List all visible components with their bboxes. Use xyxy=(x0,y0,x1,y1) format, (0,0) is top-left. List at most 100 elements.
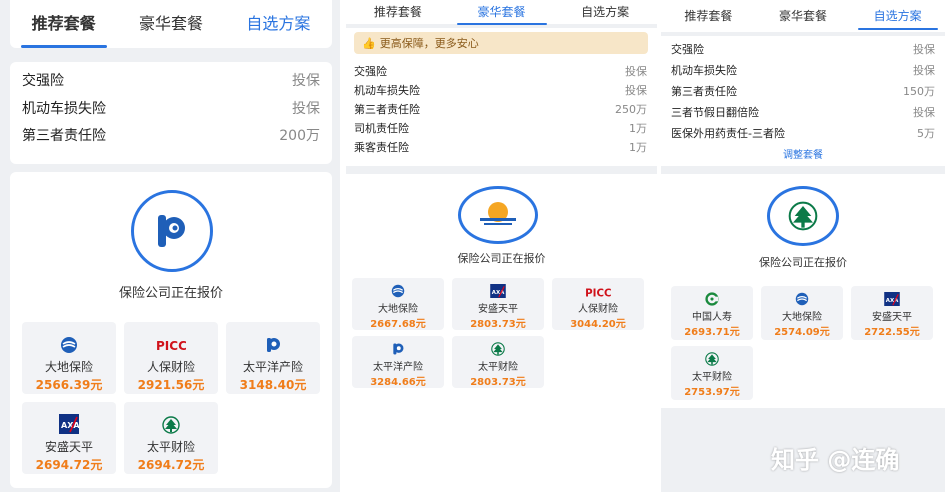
insurer-price: 2803.73元 xyxy=(470,319,526,330)
insurer-name: 大地保险 xyxy=(782,312,822,323)
insurer-quote[interactable]: 大地保险 2566.39元 xyxy=(22,322,116,394)
quote-card: 保险公司正在报价 中国人寿 2693.71元 大地保险 2574.09元 AXA… xyxy=(661,174,945,408)
cpic-logo-icon xyxy=(393,343,404,355)
coverage-card: 交强险 投保 机动车损失险 投保 第三者责任险 150万 三者节假日翻倍险 投保 医保外… xyxy=(661,36,945,166)
quote-card: 保险公司正在报价 大地保险 2566.39元 PICC 人保财险 2921.56… xyxy=(10,172,332,488)
promo-banner: 👍 更高保障，更多安心 xyxy=(354,32,648,54)
insurer-price: 3284.66元 xyxy=(370,377,426,388)
insurer-quote[interactable]: 太平洋产险 3148.40元 xyxy=(226,322,320,394)
insurer-quote[interactable]: 中国人寿 2693.71元 xyxy=(671,286,753,340)
taiping-logo-icon xyxy=(491,342,505,356)
taiping-logo-icon xyxy=(705,352,719,366)
tab-custom[interactable]: 自选方案 xyxy=(553,3,657,20)
insurer-quote[interactable]: PICC 人保财险 2921.56元 xyxy=(124,322,218,394)
svg-text:PICC: PICC xyxy=(156,339,186,352)
tab-bar: 推荐套餐 豪华套餐 自选方案 xyxy=(661,0,945,30)
insurer-name: 人保财险 xyxy=(578,304,618,315)
tab-recommended[interactable]: 推荐套餐 xyxy=(10,10,117,48)
insurer-price: 2693.71元 xyxy=(684,327,740,338)
insurer-name: 太平财险 xyxy=(146,440,195,454)
insurer-quote[interactable]: 太平财险 2753.97元 xyxy=(671,346,753,400)
adjust-package-link[interactable]: 调整套餐 xyxy=(661,146,945,161)
insurer-quote[interactable]: 太平财险 2694.72元 xyxy=(124,402,218,474)
insurer-price: 2667.68元 xyxy=(370,319,426,330)
coverage-row: 乘客责任险 1万 xyxy=(354,141,647,154)
insurer-price: 2566.39元 xyxy=(35,378,103,392)
insurer-price: 2694.72元 xyxy=(35,458,103,472)
coverage-row: 交强险 投保 xyxy=(354,65,647,78)
quoting-status: 保险公司正在报价 xyxy=(118,286,223,301)
insurer-quote[interactable]: 太平财险 2803.73元 xyxy=(452,336,544,388)
coverage-row: 第三者责任险 150万 xyxy=(671,85,935,98)
screen-recommended: 推荐套餐 豪华套餐 自选方案 交强险 投保 机动车损失险 投保 第三者责任险 200万… xyxy=(0,0,340,492)
cpic-logo-icon xyxy=(267,338,280,352)
tab-bar-card: 推荐套餐 豪华套餐 自选方案 xyxy=(661,0,945,32)
quote-card: 保险公司正在报价 大地保险 2667.68元 AXA 安盛天平 2803.73元… xyxy=(346,174,657,492)
coverage-row: 交强险 投保 xyxy=(671,43,935,56)
insurer-name: 人保财险 xyxy=(146,360,195,374)
picc-logo-icon: PICC xyxy=(156,339,186,352)
coverage-row: 交强险 投保 xyxy=(22,73,320,89)
tab-bar-card: 推荐套餐 豪华套餐 自选方案 xyxy=(346,0,657,25)
insurer-price: 2574.09元 xyxy=(774,327,830,338)
insurer-name: 大地保险 xyxy=(378,304,418,315)
insurer-price: 2694.72元 xyxy=(137,458,205,472)
tab-bar: 推荐套餐 豪华套餐 自选方案 xyxy=(346,0,657,25)
insurer-quote[interactable]: AXA 安盛天平 2803.73元 xyxy=(452,278,544,330)
tab-custom[interactable]: 自选方案 xyxy=(850,7,945,30)
insurer-price: 2921.56元 xyxy=(137,378,205,392)
coverage-row: 第三者责任险 250万 xyxy=(354,103,647,116)
insurer-quote[interactable]: 大地保险 2574.09元 xyxy=(761,286,843,340)
insurer-price: 2722.55元 xyxy=(864,327,920,338)
coverage-row: 第三者责任险 200万 xyxy=(22,128,320,144)
axa-logo-icon: AXA xyxy=(59,414,79,434)
insurer-name: 太平财险 xyxy=(692,372,732,383)
svg-text:PICC: PICC xyxy=(585,287,611,298)
tab-luxury[interactable]: 豪华套餐 xyxy=(756,7,851,24)
screen-luxury: 推荐套餐 豪华套餐 自选方案 👍 更高保障，更多安心 交强险 投保 机动车损失险投… xyxy=(346,0,657,492)
coverage-row: 机动车损失险 投保 xyxy=(22,101,320,117)
insurer-price: 2753.97元 xyxy=(684,387,740,398)
quoting-status: 保险公司正在报价 xyxy=(759,256,847,269)
insurer-name: 太平洋产险 xyxy=(373,362,423,373)
chinalife-logo-icon xyxy=(705,292,719,306)
thumbs-up-icon: 👍 xyxy=(362,36,376,50)
coverage-row: 医保外用药责任-三者险 5万 xyxy=(671,127,935,140)
coverage-row: 三者节假日翻倍险 投保 xyxy=(671,106,935,119)
coverage-row: 司机责任险 1万 xyxy=(354,122,647,135)
coverage-row: 机动车损失险 投保 xyxy=(671,64,935,77)
insurer-name: 中国人寿 xyxy=(692,312,732,323)
picc-logo-icon: PICC xyxy=(585,287,611,298)
insurer-name: 安盛天平 xyxy=(478,304,518,315)
svg-text:AXA: AXA xyxy=(886,298,899,304)
insurer-name: 安盛天平 xyxy=(872,312,912,323)
tab-bar: 推荐套餐 豪华套餐 自选方案 xyxy=(10,0,332,48)
taiping-logo-icon xyxy=(767,186,839,246)
taiping-logo-icon xyxy=(162,416,180,434)
ccic-logo-icon xyxy=(61,337,77,353)
tab-luxury[interactable]: 豪华套餐 xyxy=(117,10,224,34)
cpic-logo-icon xyxy=(131,190,213,272)
insurer-price: 3148.40元 xyxy=(239,378,307,392)
coverage-row: 机动车损失险 投保 xyxy=(354,84,647,97)
insurer-quote[interactable]: AXA 安盛天平 2722.55元 xyxy=(851,286,933,340)
sunshine-logo-icon xyxy=(458,186,538,244)
insurer-quote[interactable]: PICC 人保财险 3044.20元 xyxy=(552,278,644,330)
svg-text:AXA: AXA xyxy=(61,421,79,430)
insurer-quote[interactable]: 大地保险 2667.68元 xyxy=(352,278,444,330)
tab-bar-card: 推荐套餐 豪华套餐 自选方案 xyxy=(10,0,332,48)
insurer-name: 大地保险 xyxy=(44,360,93,374)
ccic-logo-icon xyxy=(795,292,809,306)
insurer-price: 3044.20元 xyxy=(570,319,626,330)
insurer-name: 安盛天平 xyxy=(44,440,93,454)
axa-logo-icon: AXA xyxy=(490,284,506,298)
tab-custom[interactable]: 自选方案 xyxy=(225,10,332,34)
tab-recommended[interactable]: 推荐套餐 xyxy=(346,3,450,20)
tab-recommended[interactable]: 推荐套餐 xyxy=(661,7,756,24)
tab-luxury[interactable]: 豪华套餐 xyxy=(450,3,554,25)
insurer-quote[interactable]: 太平洋产险 3284.66元 xyxy=(352,336,444,388)
insurer-quote[interactable]: AXA 安盛天平 2694.72元 xyxy=(22,402,116,474)
insurer-price: 2803.73元 xyxy=(470,377,526,388)
svg-text:AXA: AXA xyxy=(492,290,505,296)
ccic-logo-icon xyxy=(391,284,405,298)
